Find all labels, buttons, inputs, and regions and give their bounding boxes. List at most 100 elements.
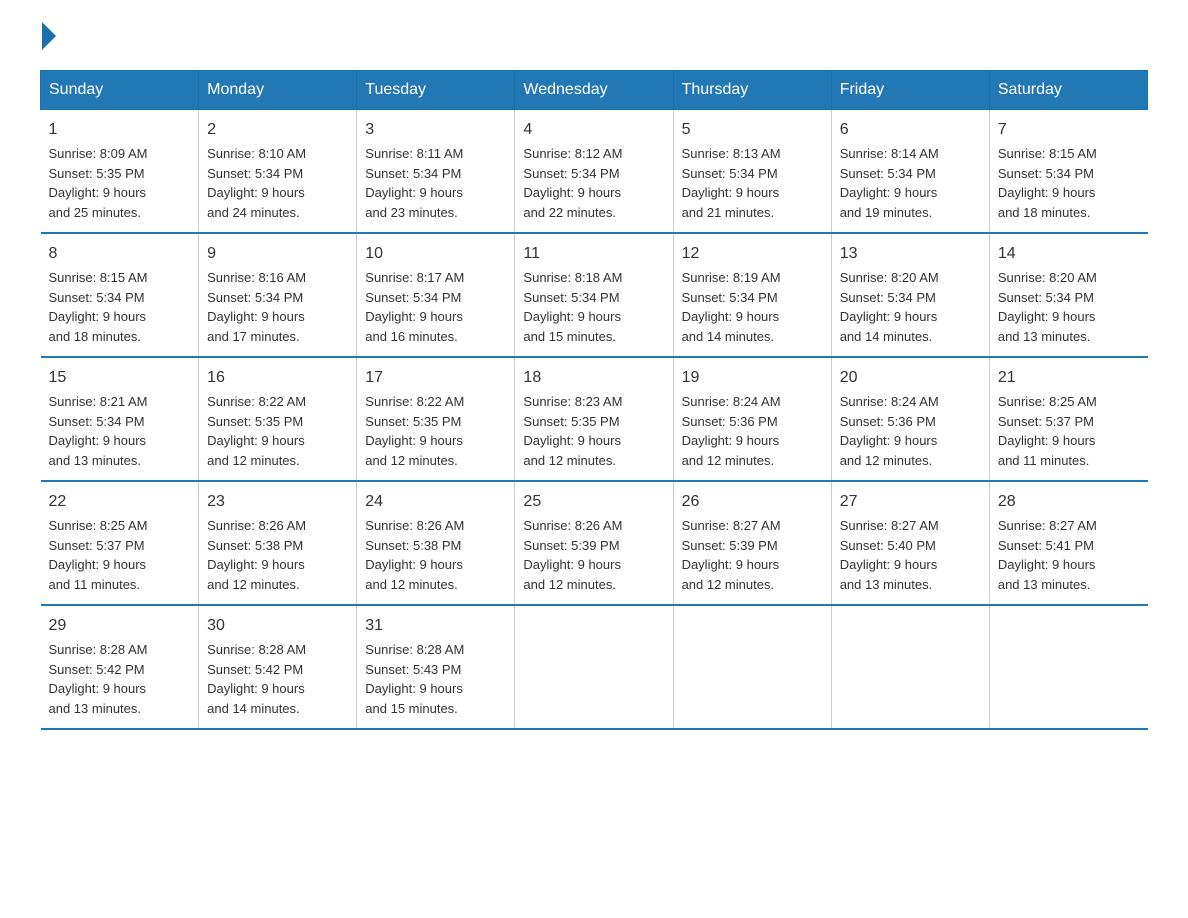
day-number: 16 [207, 366, 348, 390]
day-number: 29 [49, 614, 191, 638]
calendar-day-cell: 1Sunrise: 8:09 AMSunset: 5:35 PMDaylight… [41, 110, 199, 234]
day-number: 20 [840, 366, 981, 390]
calendar-day-cell: 15Sunrise: 8:21 AMSunset: 5:34 PMDayligh… [41, 357, 199, 481]
calendar-day-cell: 7Sunrise: 8:15 AMSunset: 5:34 PMDaylight… [989, 110, 1147, 234]
day-number: 11 [523, 242, 664, 266]
calendar-day-cell [673, 605, 831, 729]
day-info: Sunrise: 8:15 AMSunset: 5:34 PMDaylight:… [49, 268, 191, 346]
day-number: 6 [840, 118, 981, 142]
calendar-week-row: 22Sunrise: 8:25 AMSunset: 5:37 PMDayligh… [41, 481, 1148, 605]
day-number: 26 [682, 490, 823, 514]
calendar-day-cell: 16Sunrise: 8:22 AMSunset: 5:35 PMDayligh… [199, 357, 357, 481]
calendar-day-cell: 6Sunrise: 8:14 AMSunset: 5:34 PMDaylight… [831, 110, 989, 234]
day-info: Sunrise: 8:27 AMSunset: 5:39 PMDaylight:… [682, 516, 823, 594]
weekday-header-monday: Monday [199, 71, 357, 110]
calendar-day-cell: 11Sunrise: 8:18 AMSunset: 5:34 PMDayligh… [515, 233, 673, 357]
day-info: Sunrise: 8:13 AMSunset: 5:34 PMDaylight:… [682, 144, 823, 222]
day-info: Sunrise: 8:22 AMSunset: 5:35 PMDaylight:… [207, 392, 348, 470]
calendar-week-row: 8Sunrise: 8:15 AMSunset: 5:34 PMDaylight… [41, 233, 1148, 357]
day-info: Sunrise: 8:28 AMSunset: 5:42 PMDaylight:… [207, 640, 348, 718]
calendar-day-cell [515, 605, 673, 729]
calendar-day-cell: 10Sunrise: 8:17 AMSunset: 5:34 PMDayligh… [357, 233, 515, 357]
weekday-header-friday: Friday [831, 71, 989, 110]
day-info: Sunrise: 8:25 AMSunset: 5:37 PMDaylight:… [998, 392, 1140, 470]
day-number: 9 [207, 242, 348, 266]
day-info: Sunrise: 8:17 AMSunset: 5:34 PMDaylight:… [365, 268, 506, 346]
calendar-day-cell: 19Sunrise: 8:24 AMSunset: 5:36 PMDayligh… [673, 357, 831, 481]
day-number: 18 [523, 366, 664, 390]
day-number: 15 [49, 366, 191, 390]
calendar-day-cell: 17Sunrise: 8:22 AMSunset: 5:35 PMDayligh… [357, 357, 515, 481]
day-number: 10 [365, 242, 506, 266]
day-info: Sunrise: 8:21 AMSunset: 5:34 PMDaylight:… [49, 392, 191, 470]
calendar-day-cell: 28Sunrise: 8:27 AMSunset: 5:41 PMDayligh… [989, 481, 1147, 605]
calendar-day-cell: 8Sunrise: 8:15 AMSunset: 5:34 PMDaylight… [41, 233, 199, 357]
calendar-day-cell: 21Sunrise: 8:25 AMSunset: 5:37 PMDayligh… [989, 357, 1147, 481]
day-number: 21 [998, 366, 1140, 390]
day-info: Sunrise: 8:27 AMSunset: 5:40 PMDaylight:… [840, 516, 981, 594]
calendar-day-cell: 23Sunrise: 8:26 AMSunset: 5:38 PMDayligh… [199, 481, 357, 605]
weekday-header-thursday: Thursday [673, 71, 831, 110]
calendar-week-row: 1Sunrise: 8:09 AMSunset: 5:35 PMDaylight… [41, 110, 1148, 234]
day-info: Sunrise: 8:16 AMSunset: 5:34 PMDaylight:… [207, 268, 348, 346]
calendar-day-cell: 24Sunrise: 8:26 AMSunset: 5:38 PMDayligh… [357, 481, 515, 605]
day-number: 30 [207, 614, 348, 638]
day-info: Sunrise: 8:22 AMSunset: 5:35 PMDaylight:… [365, 392, 506, 470]
day-number: 7 [998, 118, 1140, 142]
logo-arrow-icon [42, 22, 56, 50]
calendar-day-cell: 5Sunrise: 8:13 AMSunset: 5:34 PMDaylight… [673, 110, 831, 234]
day-number: 8 [49, 242, 191, 266]
day-info: Sunrise: 8:23 AMSunset: 5:35 PMDaylight:… [523, 392, 664, 470]
calendar-week-row: 29Sunrise: 8:28 AMSunset: 5:42 PMDayligh… [41, 605, 1148, 729]
day-number: 17 [365, 366, 506, 390]
day-number: 25 [523, 490, 664, 514]
weekday-header-row: SundayMondayTuesdayWednesdayThursdayFrid… [41, 71, 1148, 110]
weekday-header-tuesday: Tuesday [357, 71, 515, 110]
day-number: 22 [49, 490, 191, 514]
day-number: 28 [998, 490, 1140, 514]
day-info: Sunrise: 8:28 AMSunset: 5:42 PMDaylight:… [49, 640, 191, 718]
calendar-day-cell: 25Sunrise: 8:26 AMSunset: 5:39 PMDayligh… [515, 481, 673, 605]
calendar-week-row: 15Sunrise: 8:21 AMSunset: 5:34 PMDayligh… [41, 357, 1148, 481]
day-info: Sunrise: 8:26 AMSunset: 5:39 PMDaylight:… [523, 516, 664, 594]
day-number: 19 [682, 366, 823, 390]
calendar-table: SundayMondayTuesdayWednesdayThursdayFrid… [40, 70, 1148, 730]
weekday-header-wednesday: Wednesday [515, 71, 673, 110]
day-number: 27 [840, 490, 981, 514]
day-info: Sunrise: 8:20 AMSunset: 5:34 PMDaylight:… [840, 268, 981, 346]
day-number: 13 [840, 242, 981, 266]
calendar-day-cell: 30Sunrise: 8:28 AMSunset: 5:42 PMDayligh… [199, 605, 357, 729]
calendar-day-cell [989, 605, 1147, 729]
logo [40, 30, 56, 50]
day-number: 2 [207, 118, 348, 142]
calendar-day-cell: 2Sunrise: 8:10 AMSunset: 5:34 PMDaylight… [199, 110, 357, 234]
day-number: 31 [365, 614, 506, 638]
calendar-body: 1Sunrise: 8:09 AMSunset: 5:35 PMDaylight… [41, 110, 1148, 730]
weekday-header-sunday: Sunday [41, 71, 199, 110]
day-info: Sunrise: 8:26 AMSunset: 5:38 PMDaylight:… [207, 516, 348, 594]
day-info: Sunrise: 8:26 AMSunset: 5:38 PMDaylight:… [365, 516, 506, 594]
day-info: Sunrise: 8:10 AMSunset: 5:34 PMDaylight:… [207, 144, 348, 222]
calendar-day-cell: 26Sunrise: 8:27 AMSunset: 5:39 PMDayligh… [673, 481, 831, 605]
day-number: 12 [682, 242, 823, 266]
calendar-day-cell: 12Sunrise: 8:19 AMSunset: 5:34 PMDayligh… [673, 233, 831, 357]
calendar-day-cell: 20Sunrise: 8:24 AMSunset: 5:36 PMDayligh… [831, 357, 989, 481]
calendar-day-cell: 29Sunrise: 8:28 AMSunset: 5:42 PMDayligh… [41, 605, 199, 729]
day-info: Sunrise: 8:12 AMSunset: 5:34 PMDaylight:… [523, 144, 664, 222]
calendar-day-cell: 14Sunrise: 8:20 AMSunset: 5:34 PMDayligh… [989, 233, 1147, 357]
calendar-day-cell: 31Sunrise: 8:28 AMSunset: 5:43 PMDayligh… [357, 605, 515, 729]
calendar-day-cell: 27Sunrise: 8:27 AMSunset: 5:40 PMDayligh… [831, 481, 989, 605]
day-info: Sunrise: 8:20 AMSunset: 5:34 PMDaylight:… [998, 268, 1140, 346]
calendar-day-cell: 18Sunrise: 8:23 AMSunset: 5:35 PMDayligh… [515, 357, 673, 481]
day-number: 5 [682, 118, 823, 142]
day-info: Sunrise: 8:15 AMSunset: 5:34 PMDaylight:… [998, 144, 1140, 222]
day-info: Sunrise: 8:28 AMSunset: 5:43 PMDaylight:… [365, 640, 506, 718]
day-info: Sunrise: 8:25 AMSunset: 5:37 PMDaylight:… [49, 516, 191, 594]
day-info: Sunrise: 8:24 AMSunset: 5:36 PMDaylight:… [840, 392, 981, 470]
day-info: Sunrise: 8:19 AMSunset: 5:34 PMDaylight:… [682, 268, 823, 346]
day-number: 23 [207, 490, 348, 514]
day-info: Sunrise: 8:27 AMSunset: 5:41 PMDaylight:… [998, 516, 1140, 594]
calendar-day-cell: 9Sunrise: 8:16 AMSunset: 5:34 PMDaylight… [199, 233, 357, 357]
day-info: Sunrise: 8:24 AMSunset: 5:36 PMDaylight:… [682, 392, 823, 470]
day-number: 4 [523, 118, 664, 142]
